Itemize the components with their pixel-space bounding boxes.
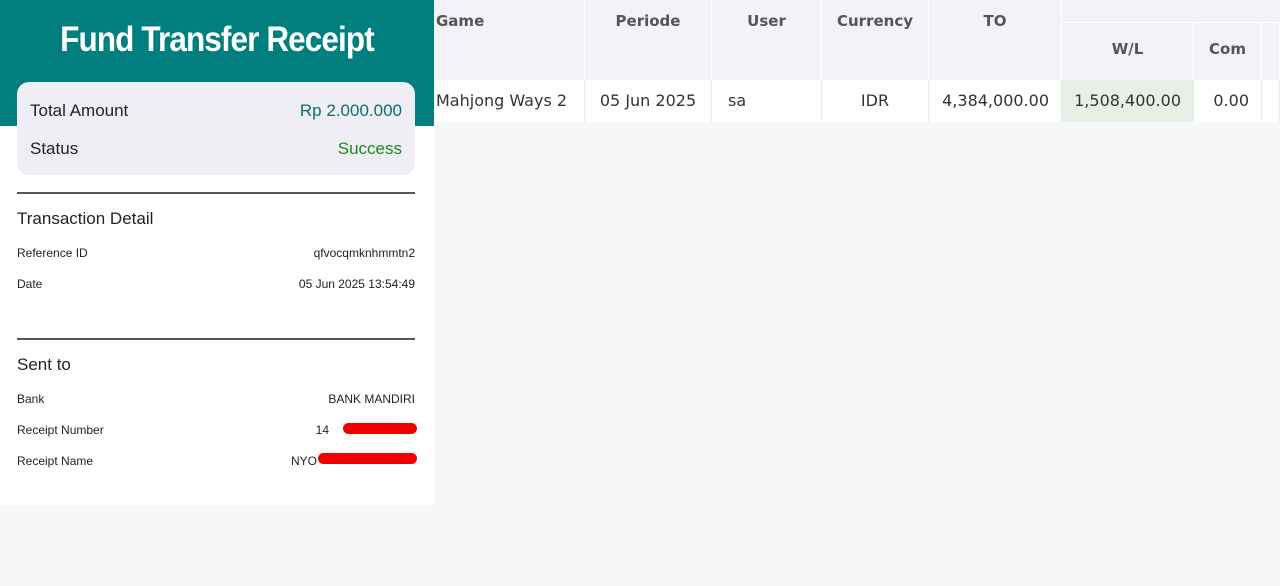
divider [17,338,415,340]
total-amount-row: Total Amount Rp 2.000.000 [30,101,402,125]
column-header-label: W/L [1111,40,1144,58]
date-value: 05 Jun 2025 13:54:49 [298,277,415,291]
redaction-mark [318,453,417,464]
divider [17,192,415,194]
column-header-user[interactable]: User [712,0,822,80]
total-amount-label: Total Amount [30,101,129,120]
cell-game: Mahjong Ways 2 [434,80,585,122]
receipt-title: Fund Transfer Receipt [60,20,375,59]
summary-card: Total Amount Rp 2.000.000 Status Success [17,82,415,175]
cell-next [1262,80,1280,122]
cell-user-value: sa [728,91,747,110]
status-value: Success [337,139,402,158]
bank-row: Bank BANK MANDIRI [17,392,415,410]
column-header-label: TO [983,12,1007,30]
status-row: Status Success [30,139,402,163]
column-header-periode[interactable]: Periode [585,0,712,80]
cell-wl: 1,508,400.00 [1062,80,1194,122]
column-group-header [1062,0,1280,22]
receipt-name-label: Receipt Name [17,454,94,468]
bank-value: BANK MANDIRI [328,392,415,406]
column-header-game[interactable]: Game [434,0,585,80]
column-header-label: User [747,12,786,30]
cell-to: 4,384,000.00 [929,80,1062,122]
receipt-number-label: Receipt Number [17,423,104,437]
sent-to-title: Sent to [17,355,71,374]
column-header-label: Periode [615,12,681,30]
column-header-wl[interactable]: W/L [1062,22,1194,80]
date-label: Date [17,277,43,291]
total-amount-value: Rp 2.000.000 [299,101,402,120]
receipt-number-value: 14 [315,423,329,437]
bank-label: Bank [17,392,45,406]
column-header-next [1262,22,1280,80]
cell-periode: 05 Jun 2025 [585,80,712,122]
reference-id-row: Reference ID qfvocqmknhmmtn2 [17,246,415,264]
cell-user: sa [712,80,822,122]
date-row: Date 05 Jun 2025 13:54:49 [17,277,415,295]
receipt-name-value: NYO [290,454,317,468]
column-header-com[interactable]: Com [1194,22,1262,80]
column-header-label: Game [436,12,485,30]
report-table: Game Periode User Currency TO W/L Com Ma… [434,0,1280,122]
fund-transfer-receipt: Fund Transfer Receipt Total Amount Rp 2.… [0,0,434,505]
transaction-detail-title: Transaction Detail [17,209,154,228]
column-header-currency[interactable]: Currency [822,0,929,80]
status-label: Status [30,139,79,158]
reference-id-value: qfvocqmknhmmtn2 [313,246,415,260]
cell-com: 0.00 [1194,80,1262,122]
redaction-mark [343,423,417,434]
column-header-label: Com [1209,40,1246,58]
column-header-to[interactable]: TO [929,0,1062,80]
reference-id-label: Reference ID [17,246,88,260]
column-header-label: Currency [836,12,913,30]
cell-currency: IDR [822,80,929,122]
